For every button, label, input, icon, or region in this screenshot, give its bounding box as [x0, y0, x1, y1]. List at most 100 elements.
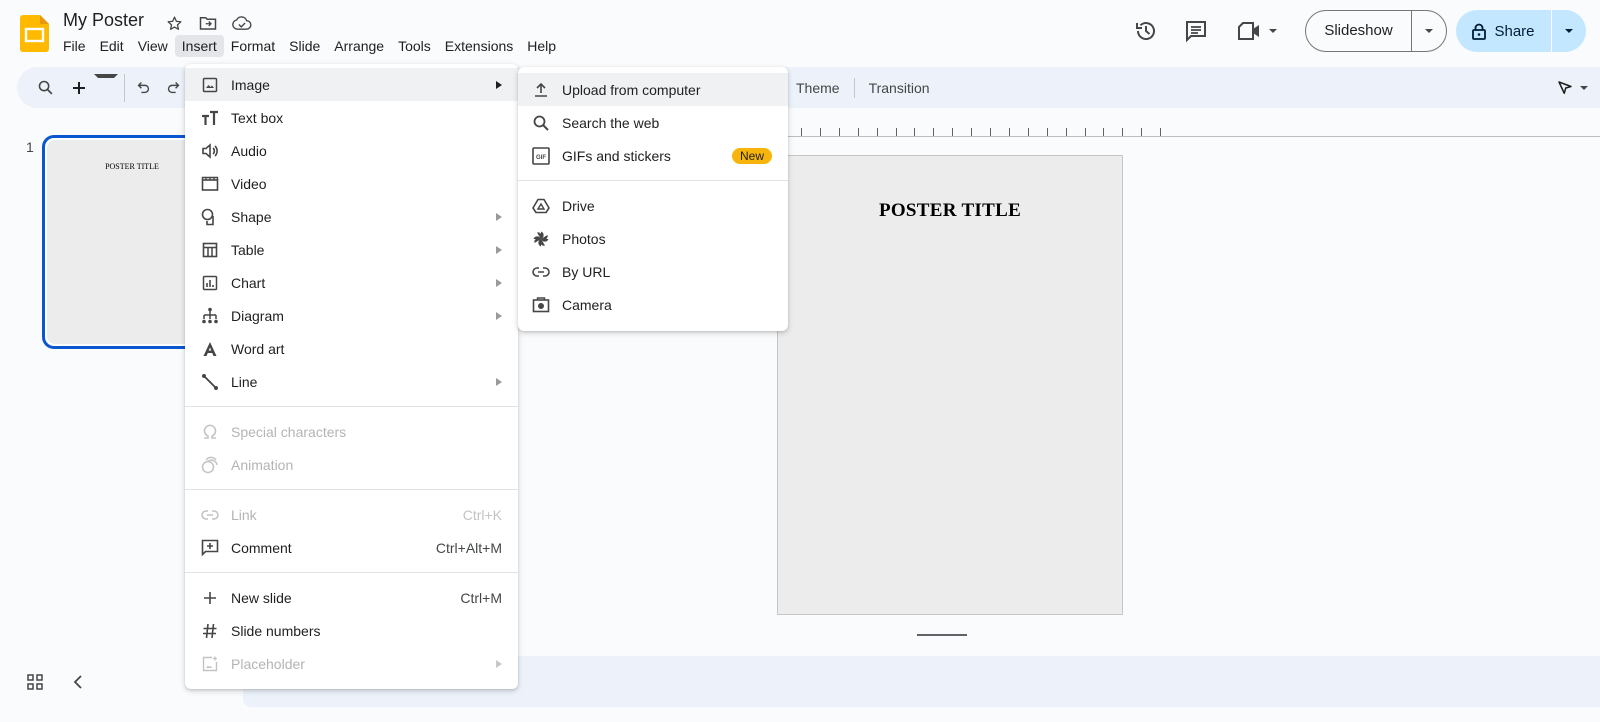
menu-edit[interactable]: Edit — [93, 35, 131, 57]
menu-item-gifs-and-stickers[interactable]: GIF GIFs and stickers New — [518, 139, 788, 172]
search-menus-icon[interactable] — [33, 74, 57, 102]
menu-insert[interactable]: Insert — [174, 35, 224, 57]
menu-separator — [185, 572, 518, 573]
slide-canvas[interactable]: POSTER TITLE — [777, 155, 1123, 615]
ruler-tick — [1027, 128, 1029, 136]
slide-number: 1 — [26, 139, 34, 155]
cloud-saved-icon[interactable] — [231, 12, 253, 34]
grid-view-icon[interactable] — [27, 674, 43, 695]
menu-item-label: New slide — [231, 589, 292, 606]
ruler-tick — [801, 128, 802, 136]
menu-item-table[interactable]: Table — [185, 233, 518, 266]
new-slide-button[interactable] — [71, 73, 118, 102]
gif-icon: GIF — [530, 145, 552, 167]
menu-item-audio[interactable]: Audio — [185, 134, 518, 167]
menu-item-label: Search the web — [562, 114, 660, 131]
ruler-tick — [1065, 128, 1067, 136]
ruler-tick — [1046, 128, 1048, 136]
menu-arrange[interactable]: Arrange — [327, 35, 391, 57]
menu-item-label: Comment — [231, 539, 292, 556]
drive-icon — [530, 195, 552, 217]
document-title[interactable]: My Poster — [63, 10, 144, 31]
submenu-arrow-icon — [496, 80, 502, 89]
submenu-arrow-icon — [496, 311, 502, 320]
ruler-tick — [914, 128, 916, 136]
ruler-tick — [933, 128, 935, 136]
star-icon[interactable] — [163, 12, 185, 34]
menu-item-drive[interactable]: Drive — [518, 189, 788, 222]
comments-icon[interactable] — [1176, 11, 1216, 51]
menu-slide[interactable]: Slide — [282, 35, 327, 57]
slideshow-button[interactable]: Slideshow — [1306, 11, 1412, 51]
slide-title-text[interactable]: POSTER TITLE — [778, 200, 1122, 222]
chevron-down-icon — [1580, 85, 1588, 90]
menu-item-label: Special characters — [231, 423, 347, 440]
menu-format[interactable]: Format — [224, 35, 282, 57]
menu-item-chart[interactable]: Chart — [185, 266, 518, 299]
omega-icon — [199, 421, 221, 443]
placeholder-icon — [199, 653, 221, 675]
menu-item-label: Photos — [562, 230, 606, 247]
share-button[interactable]: Share — [1456, 10, 1552, 52]
ruler-tick — [990, 128, 991, 136]
ruler-tick — [1141, 128, 1143, 136]
link-icon — [530, 261, 552, 283]
redo-icon[interactable] — [161, 74, 185, 102]
horizontal-ruler[interactable] — [780, 126, 1600, 137]
menu-item-slide-numbers[interactable]: Slide numbers — [185, 614, 518, 647]
ruler-tick — [1103, 128, 1105, 136]
submenu-arrow-icon — [496, 212, 502, 221]
menu-item-word-art[interactable]: Word art — [185, 332, 518, 365]
menu-item-diagram[interactable]: Diagram — [185, 299, 518, 332]
menu-item-label: Line — [231, 373, 258, 390]
ruler-tick — [952, 128, 954, 136]
slides-logo[interactable] — [20, 15, 49, 52]
menu-item-video[interactable]: Video — [185, 167, 518, 200]
select-mode-button[interactable] — [1556, 67, 1588, 108]
menu-item-shape[interactable]: Shape — [185, 200, 518, 233]
menu-item-line[interactable]: Line — [185, 365, 518, 398]
menu-item-label: Audio — [231, 142, 267, 159]
undo-icon[interactable] — [131, 74, 155, 102]
menu-item-label: Chart — [231, 274, 266, 291]
menu-item-upload-from-computer[interactable]: Upload from computer — [518, 73, 788, 106]
menu-item-camera[interactable]: Camera — [518, 288, 788, 321]
version-history-icon[interactable] — [1126, 11, 1166, 51]
video-icon — [199, 173, 221, 195]
menu-item-label: By URL — [562, 263, 611, 280]
menu-bar: File Edit View Insert Format Slide Arran… — [56, 35, 563, 57]
chevron-down-icon[interactable] — [94, 73, 118, 102]
link-icon — [199, 504, 221, 526]
move-to-folder-icon[interactable] — [197, 12, 219, 34]
audio-icon — [199, 140, 221, 162]
share-options-dropdown[interactable] — [1552, 22, 1586, 40]
upload-icon — [530, 79, 552, 101]
chart-icon — [199, 272, 221, 294]
slideshow-options-dropdown[interactable] — [1412, 22, 1446, 40]
menu-item-image[interactable]: Image — [185, 68, 518, 101]
meet-icon[interactable] — [1232, 11, 1282, 51]
submenu-arrow-icon — [496, 245, 502, 254]
menu-item-by-url[interactable]: By URL — [518, 255, 788, 288]
menu-help[interactable]: Help — [520, 35, 563, 57]
menu-item-label: Upload from computer — [562, 81, 701, 98]
collapse-filmstrip-icon[interactable] — [73, 675, 83, 694]
menu-item-new-slide[interactable]: New slide Ctrl+M — [185, 581, 518, 614]
menu-item-search-the-web[interactable]: Search the web — [518, 106, 788, 139]
menu-item-label: Shape — [231, 208, 272, 225]
search-icon — [530, 112, 552, 134]
menu-item-photos[interactable]: Photos — [518, 222, 788, 255]
menu-tools[interactable]: Tools — [391, 35, 438, 57]
ruler-tick — [1160, 128, 1162, 136]
menu-item-label: Placeholder — [231, 655, 305, 672]
theme-button[interactable]: Theme — [782, 80, 854, 96]
ruler-tick — [1084, 128, 1086, 136]
slideshow-button-group: Slideshow — [1305, 10, 1447, 52]
menu-item-comment[interactable]: Comment Ctrl+Alt+M — [185, 531, 518, 564]
menu-item-text-box[interactable]: Text box — [185, 101, 518, 134]
transition-button[interactable]: Transition — [855, 80, 944, 96]
menu-view[interactable]: View — [131, 35, 175, 57]
menu-item-animation: Animation — [185, 448, 518, 481]
menu-extensions[interactable]: Extensions — [438, 35, 520, 57]
menu-file[interactable]: File — [56, 35, 93, 57]
